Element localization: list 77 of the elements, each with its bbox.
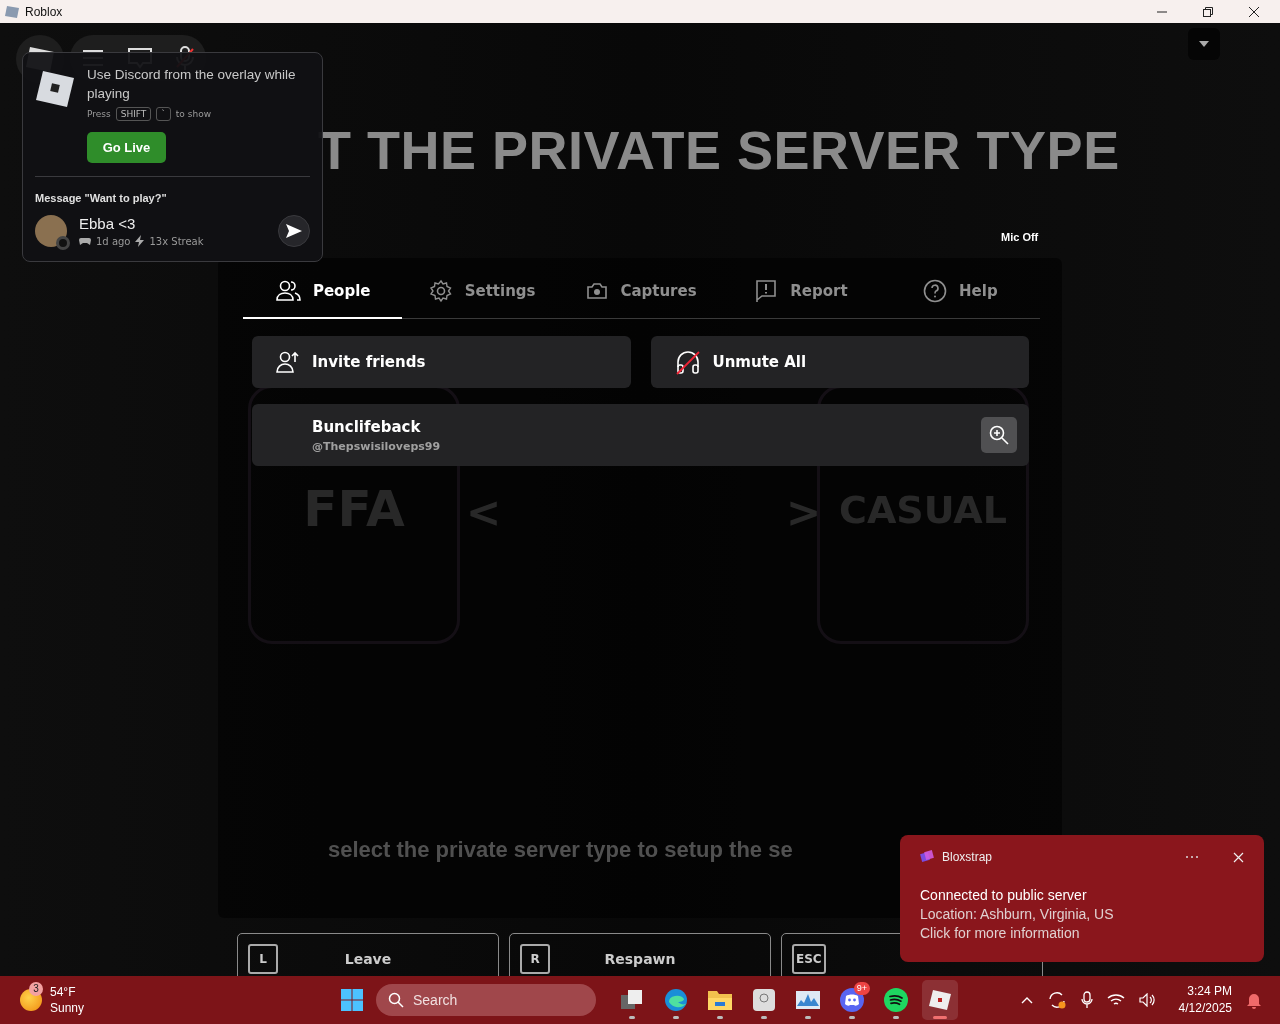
hint-text: Press [87, 109, 111, 119]
bell-icon[interactable] [1246, 991, 1262, 1009]
message-prompt: Message "Want to play?" [35, 192, 167, 204]
gamepad-icon [79, 236, 91, 246]
menu-tab[interactable]: Report [721, 265, 881, 319]
notification-app-name: Bloxstrap [942, 850, 993, 864]
taskbar-app[interactable] [922, 980, 958, 1020]
lightning-icon [135, 235, 145, 247]
keyboard-key: SHIFT [115, 107, 152, 121]
window-title: Roblox [25, 4, 63, 19]
notification-text: Location: Ashburn, Virginia, US [920, 905, 1115, 924]
folder-icon [707, 989, 733, 1011]
notification-badge: 9+ [853, 982, 870, 995]
keyboard-key: ` [156, 107, 171, 121]
zoom-in-icon [989, 425, 1009, 445]
key-hint: L [248, 944, 278, 974]
go-live-button[interactable]: Go Live [87, 132, 166, 163]
app-logo-icon [4, 4, 20, 19]
search-icon [388, 992, 404, 1008]
volume-icon[interactable] [1138, 993, 1157, 1007]
caret-icon [1199, 41, 1209, 47]
inspect-button[interactable] [981, 417, 1017, 453]
menu-button[interactable]: Unmute All [650, 336, 1029, 388]
roblox-logo-icon [35, 69, 75, 109]
headline-text: T THE PRIVATE SERVER TYPE [318, 119, 1120, 181]
clock-date[interactable]: 4/12/2025 [1178, 1000, 1232, 1017]
more-options-icon[interactable] [1185, 855, 1199, 859]
notification-title: Connected to public server [920, 886, 1088, 905]
menu-button[interactable]: Invite friends [252, 336, 631, 388]
hint-text: to show [175, 109, 211, 119]
app-logo-icon [920, 850, 934, 864]
add-person-icon [276, 350, 300, 374]
browser-icon [664, 988, 688, 1012]
camera-icon [586, 282, 609, 300]
send-button[interactable] [278, 215, 310, 247]
music-icon [884, 988, 908, 1012]
muted-headphones-icon [674, 349, 701, 375]
wifi-icon[interactable] [1106, 993, 1125, 1007]
windows-icon [620, 989, 644, 1011]
start-icon[interactable] [340, 988, 364, 1012]
microphone-icon[interactable] [1080, 991, 1093, 1009]
key-hint: ESC [792, 944, 826, 974]
key-hint: R [520, 944, 550, 974]
search-field[interactable]: Search [376, 984, 596, 1016]
menu-tab[interactable]: People [243, 265, 403, 319]
sync-icon[interactable] [1046, 990, 1067, 1010]
overlay-message: Use Discord from the overlay while playing [87, 66, 297, 103]
notification-toast[interactable]: Bloxstrap Connected to public server Location: Ashburn, Virginia, US Click for more information [900, 835, 1264, 962]
menu-tab[interactable]: Help [880, 265, 1041, 319]
player-username: @Thepswisiloveps99 [312, 439, 441, 453]
temperature-text: 54°F [50, 984, 77, 1000]
send-icon [286, 224, 302, 238]
weather-condition: Sunny [50, 1000, 85, 1016]
restore-icon[interactable] [1202, 5, 1214, 18]
dropdown-button[interactable] [1188, 28, 1220, 60]
menu-tab[interactable]: Settings [402, 265, 562, 319]
help-icon [923, 279, 947, 303]
close-icon[interactable] [1248, 5, 1260, 18]
player-display-name: Bunclifeback [312, 417, 422, 436]
notification-badge: 3 [29, 982, 43, 996]
status-icon [56, 236, 70, 250]
menu-tab[interactable]: Captures [561, 265, 722, 319]
graph-icon [795, 990, 821, 1010]
streak-text: 13x Streak [149, 235, 204, 247]
people-icon [274, 280, 301, 302]
settings-icon [428, 279, 453, 303]
chevron-up-icon[interactable] [1020, 996, 1033, 1004]
notification-text: Click for more information [920, 924, 1081, 943]
game-icon [928, 988, 952, 1012]
taskbar-app[interactable]: 9+ [834, 980, 870, 1020]
subtitle-text: select the private server type to setup the se [328, 837, 793, 863]
mic-status-label: Mic Off [1001, 231, 1039, 243]
clock-time[interactable]: 3:24 PM [1187, 983, 1232, 1000]
player-row[interactable]: Bunclifeback @Thepswisiloveps99 [252, 404, 1029, 466]
flag-icon [754, 279, 779, 303]
friend-name: Ebba <3 [79, 215, 137, 232]
last-played-text: 1d ago [96, 235, 131, 247]
